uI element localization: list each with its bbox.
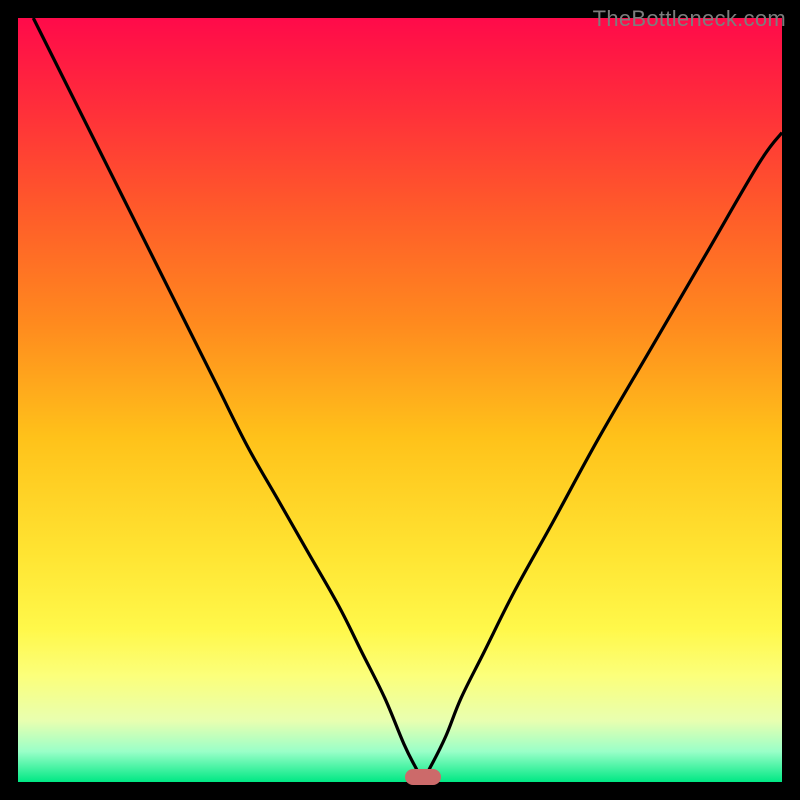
watermark-text: TheBottleneck.com	[593, 6, 786, 32]
chart-frame: TheBottleneck.com	[0, 0, 800, 800]
plot-area	[18, 18, 782, 782]
bottleneck-curve	[18, 18, 782, 782]
minimum-marker	[405, 769, 441, 785]
